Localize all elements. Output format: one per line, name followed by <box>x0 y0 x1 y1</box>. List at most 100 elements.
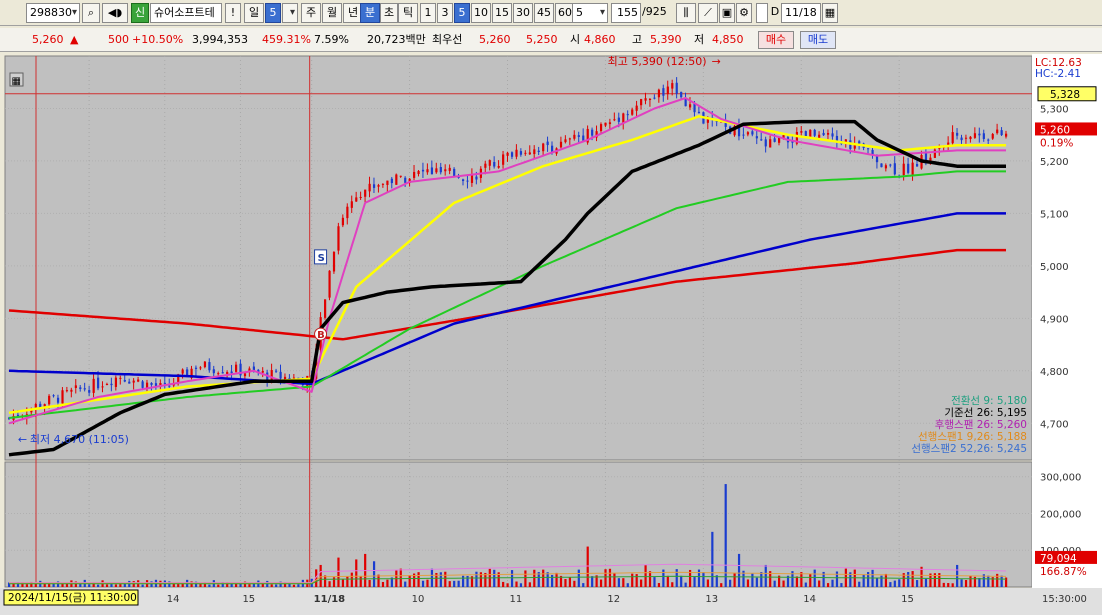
trend-line-icon: ⟋ <box>704 6 712 19</box>
candle-body <box>764 139 767 147</box>
volume-bar <box>755 577 758 587</box>
volume-bar <box>671 582 674 587</box>
bar-count-input[interactable]: 155 <box>611 3 641 23</box>
volume-bar <box>915 580 919 587</box>
interval-15-button[interactable]: 15 <box>492 3 512 23</box>
volume-bar <box>461 575 465 587</box>
volume-bar <box>502 581 505 587</box>
volume-bar <box>426 579 429 587</box>
candle-type-button[interactable]: ⫼ <box>676 3 696 23</box>
volume-bar <box>942 582 945 587</box>
candle-body <box>635 105 638 111</box>
interval-3-button[interactable]: 3 <box>437 3 453 23</box>
period-minute-tab[interactable]: 분 <box>360 3 380 23</box>
save-icon: ▣ <box>721 6 733 19</box>
candle-body <box>395 174 398 185</box>
period-second-tab[interactable]: 초 <box>380 3 398 23</box>
volume-bar <box>599 579 603 587</box>
settings-button[interactable]: ⚙ <box>736 3 752 23</box>
calendar-button[interactable]: ▦ <box>822 3 838 23</box>
interval-5-button[interactable]: 5 <box>454 3 470 23</box>
volume-bar <box>110 584 113 587</box>
volume-bar <box>826 583 830 587</box>
volume-bar <box>880 575 883 587</box>
volume-bar <box>88 584 91 587</box>
volume-bar <box>764 564 767 587</box>
volume-bar <box>818 580 821 587</box>
candle-body <box>493 162 496 167</box>
sell-signal-label: S <box>318 253 325 264</box>
candle-body <box>546 141 549 146</box>
drawing-tool-button[interactable]: ⟋ <box>698 3 718 23</box>
volume-bar <box>666 575 669 587</box>
candle-body <box>65 390 69 392</box>
save-button[interactable]: ▣ <box>719 3 735 23</box>
candle-body <box>105 383 109 386</box>
date-checkbox[interactable] <box>756 3 768 23</box>
hc-label: HC:-2.41 <box>1035 68 1081 80</box>
candle-body <box>83 388 86 390</box>
interval-10-button[interactable]: 10 <box>471 3 491 23</box>
candle-body <box>488 160 491 166</box>
price-tick-label: 5,100 <box>1040 209 1069 220</box>
candle-body <box>657 89 661 98</box>
period-week-tab[interactable]: 주 <box>301 3 321 23</box>
speaker-button[interactable]: ◀◗ <box>102 3 128 23</box>
candle-body <box>417 170 420 175</box>
volume-bar <box>858 581 861 587</box>
period-day-tab[interactable]: 일 <box>244 3 264 23</box>
volume-bar <box>355 559 358 587</box>
period-dropdown[interactable] <box>282 3 298 23</box>
price-volume-chart[interactable]: 5,300 5,200 5,100 5,000 4,900 4,800 4,700 300,0… <box>0 54 1102 615</box>
price-tick-label: 4,700 <box>1040 419 1069 430</box>
volume-bar <box>573 580 576 587</box>
candle-body <box>800 131 803 133</box>
interval-30-button[interactable]: 30 <box>513 3 533 23</box>
volume-bar <box>582 583 585 587</box>
volume-bar <box>631 573 634 587</box>
stock-name-field[interactable]: 슈어소프트테 <box>150 3 222 23</box>
candle-body <box>230 371 233 374</box>
candle-body <box>675 82 678 94</box>
price-tick-label: 4,900 <box>1040 314 1069 325</box>
interval-select[interactable]: 5 <box>572 3 608 23</box>
time-tick-label: 15 <box>901 594 914 605</box>
chart-area[interactable]: 5,300 5,200 5,100 5,000 4,900 4,800 4,700 300,0… <box>0 54 1102 615</box>
volume-bar <box>648 571 652 587</box>
date-input[interactable]: 11/18 <box>781 3 821 23</box>
volume: 3,994,353 <box>192 33 248 46</box>
interval-45-button[interactable]: 45 <box>534 3 554 23</box>
volume-bar <box>292 584 296 587</box>
candle-body <box>114 377 118 387</box>
volume-bar <box>555 572 558 587</box>
candle-body <box>964 137 968 139</box>
candle-body <box>573 134 576 139</box>
volume-bar <box>346 576 349 587</box>
time-tick-label: 11/18 <box>314 594 346 605</box>
volume-bar <box>141 584 144 587</box>
candle-body <box>453 168 456 177</box>
candle-body <box>622 113 625 124</box>
volume-bar <box>960 579 963 587</box>
volume-bar <box>617 578 620 587</box>
candle-body <box>461 179 465 182</box>
price-change-pct: +10.50% <box>132 33 184 46</box>
stock-code-input[interactable]: 298830 <box>26 3 80 23</box>
candle-body <box>960 137 963 141</box>
interval-1-button[interactable]: 1 <box>420 3 436 23</box>
warning-button[interactable]: ! <box>225 3 241 23</box>
candle-body <box>644 98 647 101</box>
high-annotation: 최고 5,390 (12:50) <box>608 55 707 68</box>
volume-bar <box>297 584 300 587</box>
sell-button[interactable]: 매도 <box>800 31 836 49</box>
period-month-tab[interactable]: 월 <box>322 3 342 23</box>
candle-body <box>390 178 393 184</box>
candle-body <box>648 98 652 101</box>
period-num-field[interactable]: 5 <box>265 3 281 23</box>
period-tick-tab[interactable]: 틱 <box>398 3 418 23</box>
candle-body <box>502 154 505 165</box>
buy-button[interactable]: 매수 <box>758 31 794 49</box>
volume-bar <box>386 579 389 587</box>
high-price: 5,390 <box>650 33 682 46</box>
search-button[interactable]: ⌕ <box>82 3 100 23</box>
